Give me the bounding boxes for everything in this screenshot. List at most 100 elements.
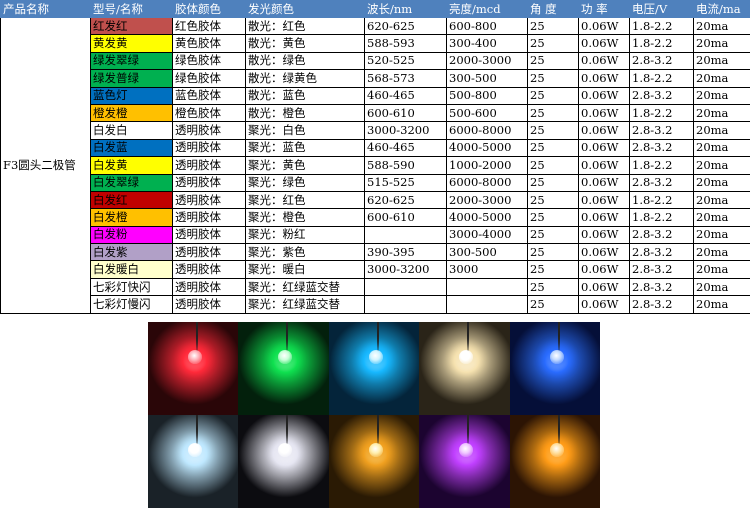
wavelength-cell	[364, 277, 447, 297]
table-row: 七彩灯慢闪 透明胶体 聚光：红绿蓝交替 25 0.06W 2.8-3.2 20ma	[1, 295, 750, 314]
body-color-cell: 蓝色胶体	[172, 86, 246, 105]
wavelength-cell: 3000-3200	[364, 121, 447, 140]
led-glow	[238, 322, 329, 415]
wavelength-cell: 460-465	[364, 86, 447, 105]
emit-color-cell: 聚光：暖白	[245, 260, 365, 279]
body-color-cell: 透明胶体	[172, 225, 246, 245]
header-power: 功 率	[578, 0, 630, 18]
led-lead-wire	[376, 415, 379, 445]
angle-cell: 25	[527, 225, 579, 245]
wavelength-cell: 600-610	[364, 208, 447, 227]
emit-color-cell: 散光：黄色	[245, 34, 365, 53]
angle-cell: 25	[527, 138, 579, 158]
angle-cell: 25	[527, 173, 579, 192]
wavelength-cell: 620-625	[364, 16, 447, 36]
emit-color-cell: 散光：绿色	[245, 51, 365, 71]
luminosity-cell	[446, 295, 528, 314]
power-cell: 0.06W	[578, 208, 630, 227]
emit-color-cell: 聚光：蓝色	[245, 138, 365, 158]
luminosity-cell: 3000-4000	[446, 225, 528, 245]
power-cell: 0.06W	[578, 138, 630, 158]
table-row: 白发紫 透明胶体 聚光：紫色 390-395 300-500 25 0.06W 2.8-3.2…	[1, 243, 750, 262]
current-cell: 20ma	[693, 121, 750, 140]
emit-color-cell: 聚光：红色	[245, 190, 365, 210]
angle-cell: 25	[527, 16, 579, 36]
luminosity-cell	[446, 277, 528, 297]
voltage-cell: 2.8-3.2	[629, 243, 694, 262]
angle-cell: 25	[527, 34, 579, 53]
led-photo	[148, 322, 239, 415]
power-cell: 0.06W	[578, 103, 630, 123]
current-cell: 20ma	[693, 103, 750, 123]
model-cell: 黄发黄	[90, 34, 173, 53]
led-photo	[238, 415, 329, 508]
voltage-cell: 1.8-2.2	[629, 208, 694, 227]
current-cell: 20ma	[693, 16, 750, 36]
current-cell: 20ma	[693, 138, 750, 158]
wavelength-cell: 588-590	[364, 156, 447, 175]
wavelength-cell: 3000-3200	[364, 260, 447, 279]
voltage-cell: 2.8-3.2	[629, 138, 694, 158]
model-cell: 白发紫	[90, 243, 173, 262]
led-lead-wire	[557, 322, 560, 352]
led-glow	[328, 415, 420, 508]
led-photo	[148, 415, 239, 508]
luminosity-cell: 2000-3000	[446, 190, 528, 210]
power-cell: 0.06W	[578, 121, 630, 140]
wavelength-cell: 460-465	[364, 138, 447, 158]
current-cell: 20ma	[693, 69, 750, 88]
led-glow	[328, 322, 420, 415]
model-cell: 白发蓝	[90, 138, 173, 158]
emit-color-cell: 散光：橙色	[245, 103, 365, 123]
power-cell: 0.06W	[578, 51, 630, 71]
luminosity-cell: 4000-5000	[446, 138, 528, 158]
angle-cell: 25	[527, 295, 579, 314]
luminosity-cell: 6000-8000	[446, 173, 528, 192]
power-cell: 0.06W	[578, 156, 630, 175]
angle-cell: 25	[527, 156, 579, 175]
luminosity-cell: 300-500	[446, 69, 528, 88]
led-photo	[238, 322, 329, 415]
power-cell: 0.06W	[578, 295, 630, 314]
model-cell: 白发黄	[90, 156, 173, 175]
luminosity-cell: 4000-5000	[446, 208, 528, 227]
body-color-cell: 透明胶体	[172, 243, 246, 262]
header-emit-color: 发光颜色	[245, 0, 365, 18]
current-cell: 20ma	[693, 260, 750, 279]
wavelength-cell	[364, 295, 447, 314]
power-cell: 0.06W	[578, 16, 630, 36]
emit-color-cell: 散光：红色	[245, 16, 365, 36]
wavelength-cell	[364, 225, 447, 245]
body-color-cell: 透明胶体	[172, 121, 246, 140]
power-cell: 0.06W	[578, 225, 630, 245]
angle-cell: 25	[527, 277, 579, 297]
led-glow	[148, 322, 239, 415]
wavelength-cell: 620-625	[364, 190, 447, 210]
body-color-cell: 黄色胶体	[172, 34, 246, 53]
led-bulb	[188, 443, 202, 457]
angle-cell: 25	[527, 260, 579, 279]
luminosity-cell: 300-500	[446, 243, 528, 262]
led-lead-wire	[286, 415, 289, 445]
led-bulb	[549, 350, 564, 364]
luminosity-cell: 300-400	[446, 34, 528, 53]
body-color-cell: 绿色胶体	[172, 69, 246, 88]
wavelength-cell: 515-525	[364, 173, 447, 192]
led-spec-table: 产品名称 型号/名称 胶体颜色 发光颜色 波长/nm 亮度/mcd 角 度 功 …	[0, 0, 750, 314]
wavelength-cell: 520-525	[364, 51, 447, 71]
model-cell: 白发暖白	[90, 260, 173, 279]
emit-color-cell: 聚光：橙色	[245, 208, 365, 227]
emit-color-cell: 聚光：红绿蓝交替	[245, 277, 365, 297]
power-cell: 0.06W	[578, 277, 630, 297]
model-cell: 白发白	[90, 121, 173, 140]
led-glow	[419, 415, 510, 508]
emit-color-cell: 聚光：红绿蓝交替	[245, 295, 365, 314]
angle-cell: 25	[527, 51, 579, 71]
luminosity-cell: 500-800	[446, 86, 528, 105]
emit-color-cell: 聚光：紫色	[245, 243, 365, 262]
table-row: 白发黄 透明胶体 聚光：黄色 588-590 1000-2000 25 0.06W 1.8-2…	[1, 156, 750, 175]
current-cell: 20ma	[693, 51, 750, 71]
voltage-cell: 1.8-2.2	[629, 156, 694, 175]
current-cell: 20ma	[693, 225, 750, 245]
model-cell: 橙发橙	[90, 103, 173, 123]
